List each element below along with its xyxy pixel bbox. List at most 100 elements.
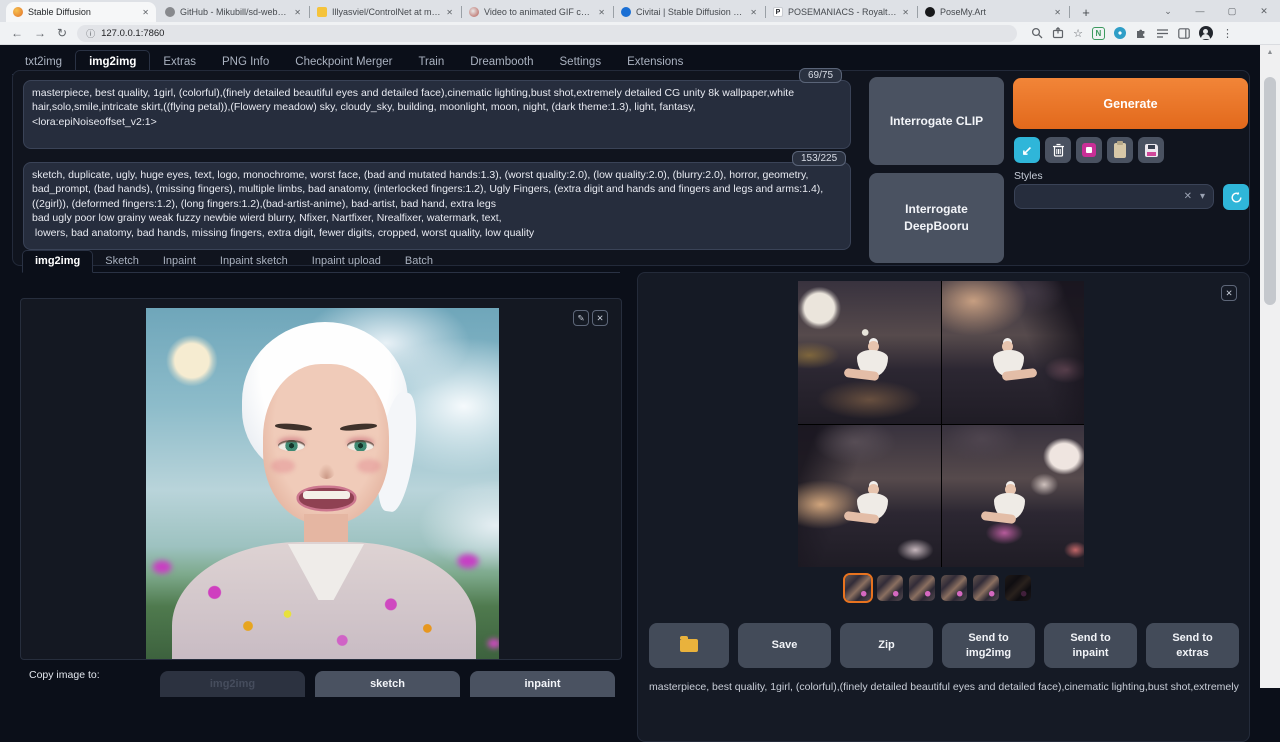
tab-close-icon[interactable]: ✕ [294,8,301,17]
extra-networks-button[interactable] [1076,137,1102,163]
tab-close-icon[interactable]: ✕ [598,8,605,17]
profile-avatar[interactable] [1199,26,1213,40]
save-style-button[interactable] [1138,137,1164,163]
tab-close-icon[interactable]: ✕ [142,8,149,17]
generate-button[interactable]: Generate [1013,78,1248,129]
mode-tab-inpaint-upload[interactable]: Inpaint upload [300,251,393,272]
styles-clear-icon[interactable]: ✕ [1184,191,1192,202]
styles-label: Styles [1014,170,1043,182]
styles-caret-icon[interactable]: ▾ [1200,191,1205,202]
save-button[interactable]: Save [738,623,831,668]
new-tab-button[interactable]: + [1076,2,1096,22]
interrogate-deepbooru-button[interactable]: Interrogate DeepBooru [869,173,1004,263]
browser-tab-civitai[interactable]: Civitai | Stable Diffusion model ✕ [614,2,764,22]
open-folder-button[interactable] [649,623,729,668]
edit-image-button[interactable]: ✎ [573,310,589,326]
send-to-img2img-button[interactable]: Send to img2img [942,623,1035,668]
refresh-styles-button[interactable] [1223,184,1249,210]
styles-dropdown[interactable]: ✕ ▾ [1014,184,1214,209]
portrait-face [263,364,389,524]
gallery-thumbnail-6[interactable] [1005,575,1031,601]
scrollbar-thumb[interactable] [1264,77,1276,305]
copy-to-sketch-button[interactable]: sketch [315,671,460,697]
result-image-grid[interactable] [798,281,1084,567]
zip-button[interactable]: Zip [840,623,933,668]
tab-title: GitHub - Mikubill/sd-webui-con [180,7,290,17]
window-close-button[interactable]: ✕ [1248,6,1280,17]
result-image-2[interactable] [942,281,1085,424]
gallery-action-buttons: Save Zip Send to img2img Send to inpaint… [649,623,1239,668]
posemaniacs-favicon: P [773,7,783,17]
tab-title: PoseMy.Art [940,7,1050,17]
mode-tab-img2img[interactable]: img2img [22,250,93,273]
clear-prompt-button[interactable] [1045,137,1071,163]
address-bar[interactable]: ⓘ 127.0.0.1:7860 [77,25,1017,42]
stable-diffusion-webui-page: txt2img img2img Extras PNG Info Checkpoi… [0,45,1260,688]
browser-tab-stable-diffusion[interactable]: Stable Diffusion ✕ [6,2,156,22]
copy-image-buttons: img2img sketch inpaint [160,671,615,697]
result-image-3[interactable] [798,425,941,568]
maximize-button[interactable]: ▢ [1216,6,1248,17]
gallery-thumbnail-5[interactable] [973,575,999,601]
source-image[interactable] [146,308,499,659]
minimize-button[interactable]: — [1184,6,1216,16]
result-image-1[interactable] [798,281,941,424]
forward-icon[interactable]: → [34,26,46,40]
interrogate-clip-button[interactable]: Interrogate CLIP [869,77,1004,165]
output-gallery-panel: ✕ Save Zip Send to img2im [637,272,1250,742]
clipboard-icon [1114,143,1126,158]
share-icon[interactable] [1052,27,1064,39]
negative-prompt-input[interactable]: sketch, duplicate, ugly, huge eyes, text… [23,162,851,250]
scrollbar-up-icon[interactable]: ▲ [1260,49,1280,56]
remove-image-button[interactable]: ✕ [592,310,608,326]
send-to-inpaint-button[interactable]: Send to inpaint [1044,623,1137,668]
paste-arrow-icon: ↙ [1022,144,1033,157]
tab-title: Civitai | Stable Diffusion model [636,7,746,17]
tab-close-icon[interactable]: ✕ [446,8,453,17]
toolbar-actions: ☆ N ⋮ [1031,26,1233,40]
mode-tab-inpaint[interactable]: Inpaint [151,251,208,272]
browser-tab-posemaniacs[interactable]: P POSEMANIACS - Royalty free 3 ✕ [766,2,916,22]
close-gallery-button[interactable]: ✕ [1221,285,1237,301]
gallery-thumbnail-3[interactable] [909,575,935,601]
gallery-thumbnail-1[interactable] [845,575,871,601]
bookmark-star-icon[interactable]: ☆ [1073,27,1083,40]
browser-tab-github[interactable]: GitHub - Mikubill/sd-webui-con ✕ [158,2,308,22]
mode-tab-batch[interactable]: Batch [393,251,445,272]
prompt-input[interactable]: masterpiece, best quality, 1girl, (color… [23,80,851,149]
back-icon[interactable]: ← [11,26,23,40]
tab-search-icon[interactable]: ⌄ [1152,6,1184,17]
browser-tab-controlnet[interactable]: Illyasviel/ControlNet at main ✕ [310,2,460,22]
zoom-icon[interactable] [1031,27,1043,39]
site-info-icon[interactable]: ⓘ [86,27,95,40]
send-to-extras-button[interactable]: Send to extras [1146,623,1239,668]
extension-blue-icon[interactable] [1114,27,1126,39]
copy-image-to-label: Copy image to: [29,669,100,681]
mode-tab-inpaint-sketch[interactable]: Inpaint sketch [208,251,300,272]
extension-n-icon[interactable]: N [1092,27,1105,40]
gallery-thumbnail-2[interactable] [877,575,903,601]
menu-icon[interactable]: ⋮ [1222,27,1233,40]
mode-tab-sketch[interactable]: Sketch [93,251,151,272]
result-image-4[interactable] [942,425,1085,568]
copy-to-inpaint-button[interactable]: inpaint [470,671,615,697]
tab-close-icon[interactable]: ✕ [1054,8,1061,17]
gallery-thumbnail-4[interactable] [941,575,967,601]
reading-list-icon[interactable] [1156,28,1169,39]
paste-generation-params-button[interactable]: ↙ [1014,137,1040,163]
browser-tab-posemyart[interactable]: PoseMy.Art ✕ [918,2,1068,22]
tab-close-icon[interactable]: ✕ [750,8,757,17]
reload-icon[interactable]: ↻ [57,26,67,40]
window-controls: ⌄ — ▢ ✕ [1152,0,1280,22]
source-image-dropzone[interactable]: ✎ ✕ [20,298,622,660]
figure [979,341,1037,389]
side-panel-icon[interactable] [1178,28,1190,39]
figure [844,484,902,532]
figure [981,484,1039,532]
puzzle-icon[interactable] [1135,27,1147,39]
apply-styles-button[interactable] [1107,137,1133,163]
tab-title: Video to animated GIF converter [484,7,594,17]
tab-close-icon[interactable]: ✕ [902,8,909,17]
browser-tab-gif-converter[interactable]: Video to animated GIF converter ✕ [462,2,612,22]
page-scrollbar[interactable]: ▲ [1260,45,1280,688]
